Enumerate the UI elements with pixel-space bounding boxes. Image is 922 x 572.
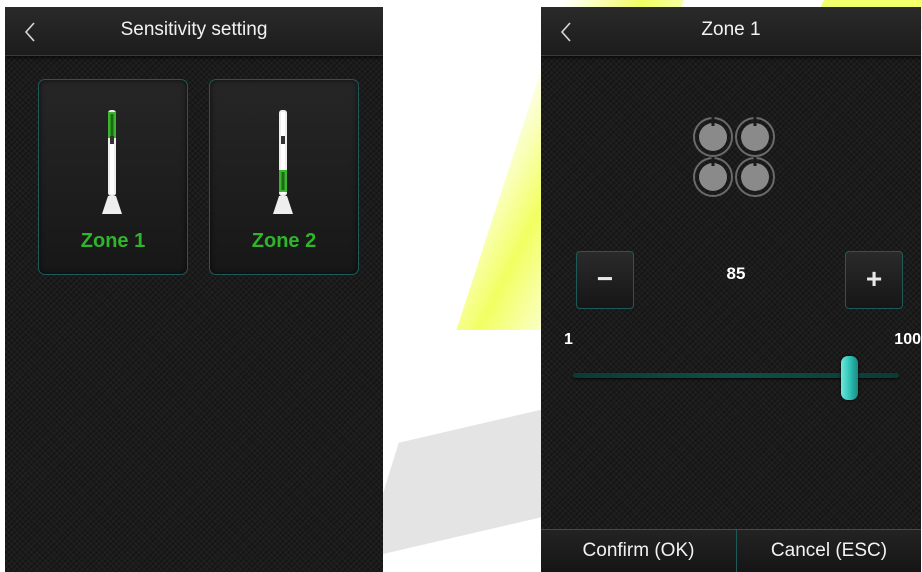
title-bar: Zone 1: [541, 7, 921, 56]
page-title: Sensitivity setting: [120, 19, 268, 40]
sensor-cluster-icon: [693, 117, 775, 197]
zone-2-card[interactable]: Zone 2: [209, 79, 359, 275]
confirm-button[interactable]: Confirm (OK): [541, 529, 737, 572]
zone-1-card[interactable]: Zone 1: [38, 79, 188, 275]
zone-label: Zone 1: [80, 230, 146, 252]
minus-icon: −: [596, 263, 614, 294]
decrease-button[interactable]: −: [576, 251, 634, 309]
zone-label: Zone 2: [251, 230, 317, 252]
zone-detail-screen: Zone 1 − 85 + 1 100 Confirm (OK) Cancel …: [541, 7, 921, 572]
plus-icon: +: [865, 263, 883, 294]
slider-max-label: 100: [894, 331, 921, 348]
increase-button[interactable]: +: [845, 251, 903, 309]
sensor-icon: [273, 110, 293, 214]
cancel-button[interactable]: Cancel (ESC): [737, 529, 921, 572]
sensitivity-value: 85: [726, 264, 746, 283]
sensitivity-setting-screen: Sensitivity setting Zone 1 Zone 2: [5, 7, 383, 572]
sensitivity-slider-thumb[interactable]: [841, 356, 859, 400]
slider-min-label: 1: [564, 331, 573, 348]
title-bar: Sensitivity setting: [5, 7, 383, 56]
sensor-icon: [102, 110, 122, 214]
page-title: Zone 1: [701, 19, 761, 40]
